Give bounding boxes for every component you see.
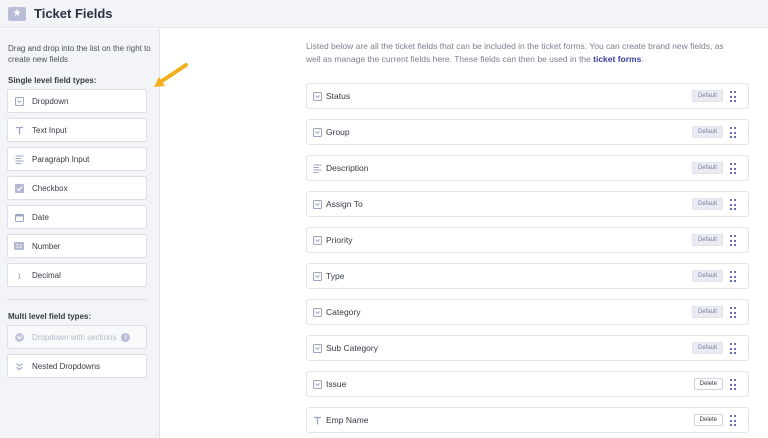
sidebar-divider xyxy=(7,299,147,300)
default-badge: Default xyxy=(691,162,723,174)
delete-button[interactable]: Delete xyxy=(693,378,723,390)
drag-handle-icon[interactable] xyxy=(730,343,736,355)
field-type-label: Date xyxy=(32,212,49,222)
dropdown-icon xyxy=(313,272,322,281)
field-row-priority[interactable]: Priority Default xyxy=(306,227,749,253)
default-badge: Default xyxy=(691,342,723,354)
decimal-icon: 1 xyxy=(14,270,24,280)
field-row-status[interactable]: Status Default xyxy=(306,83,749,109)
ticket-icon: ★ xyxy=(8,6,26,21)
dropdown-icon xyxy=(313,200,322,209)
field-type-label: Number xyxy=(32,241,61,251)
dropdown-icon xyxy=(14,96,24,106)
drag-handle-icon[interactable] xyxy=(730,271,736,283)
field-row-issue[interactable]: Issue Delete xyxy=(306,371,749,397)
field-name: Status xyxy=(326,91,351,101)
calendar-icon xyxy=(14,212,24,222)
intro-text: Listed below are all the ticket fields t… xyxy=(306,41,724,64)
dropdown-icon xyxy=(313,344,322,353)
field-type-nested-dropdowns[interactable]: Nested Dropdowns xyxy=(7,354,147,378)
drag-handle-icon[interactable] xyxy=(730,199,736,211)
dropdown-icon xyxy=(313,236,322,245)
sidebar: Drag and drop into the list on the right… xyxy=(0,29,160,438)
field-type-checkbox[interactable]: Checkbox xyxy=(7,176,147,200)
drag-handle-icon[interactable] xyxy=(730,235,736,247)
field-row-assign-to[interactable]: Assign To Default xyxy=(306,191,749,217)
header-bar: ★ Ticket Fields xyxy=(0,0,768,28)
field-type-label: Paragraph Input xyxy=(32,154,90,164)
field-type-label: Dropdown xyxy=(32,96,69,106)
default-badge: Default xyxy=(691,234,723,246)
text-icon xyxy=(313,416,322,425)
page-title: Ticket Fields xyxy=(34,6,113,21)
field-row-type[interactable]: Type Default xyxy=(306,263,749,289)
dropdown-icon xyxy=(313,380,322,389)
sidebar-hint: Drag and drop into the list on the right… xyxy=(8,44,151,64)
field-row-emp-name[interactable]: Emp Name Delete xyxy=(306,407,749,433)
pointer-arrow-icon xyxy=(154,63,188,87)
field-type-number[interactable]: 12 Number xyxy=(7,234,147,258)
field-name: Assign To xyxy=(326,199,363,209)
svg-text:12: 12 xyxy=(16,244,22,250)
dropdown-icon xyxy=(313,308,322,317)
field-type-dropdown[interactable]: Dropdown xyxy=(7,89,147,113)
dropdown-sections-icon xyxy=(14,332,24,342)
default-badge: Default xyxy=(691,126,723,138)
field-type-dropdown-with-sections: Dropdown with sections i xyxy=(7,325,147,349)
field-row-category[interactable]: Category Default xyxy=(306,299,749,325)
field-name: Sub Category xyxy=(326,343,378,353)
drag-handle-icon[interactable] xyxy=(730,307,736,319)
ticket-forms-link[interactable]: ticket forms xyxy=(593,54,641,64)
field-name: Description xyxy=(326,163,369,173)
field-type-label: Nested Dropdowns xyxy=(32,361,101,371)
nested-icon xyxy=(14,361,24,371)
default-badge: Default xyxy=(691,306,723,318)
field-name: Type xyxy=(326,271,345,281)
field-name: Category xyxy=(326,307,361,317)
field-type-label: Text Input xyxy=(32,125,67,135)
paragraph-icon xyxy=(14,154,24,164)
field-name: Emp Name xyxy=(326,415,369,425)
dropdown-icon xyxy=(313,128,322,137)
delete-button[interactable]: Delete xyxy=(693,414,723,426)
dropdown-icon xyxy=(313,92,322,101)
field-row-group[interactable]: Group Default xyxy=(306,119,749,145)
field-type-label: Dropdown with sections xyxy=(32,332,117,342)
text-icon xyxy=(14,125,24,135)
default-badge: Default xyxy=(691,90,723,102)
single-level-title: Single level field types: xyxy=(8,76,97,85)
multi-level-title: Multi level field types: xyxy=(8,312,92,321)
checkbox-icon xyxy=(14,183,24,193)
info-icon[interactable]: i xyxy=(121,332,131,342)
drag-handle-icon[interactable] xyxy=(730,163,736,175)
field-type-paragraph-input[interactable]: Paragraph Input xyxy=(7,147,147,171)
field-type-text-input[interactable]: Text Input xyxy=(7,118,147,142)
field-type-decimal[interactable]: 1 Decimal xyxy=(7,263,147,287)
field-type-date[interactable]: Date xyxy=(7,205,147,229)
field-type-label: Checkbox xyxy=(32,183,68,193)
drag-handle-icon[interactable] xyxy=(730,379,736,391)
drag-handle-icon[interactable] xyxy=(730,127,736,139)
number-icon: 12 xyxy=(14,241,24,251)
paragraph-icon xyxy=(313,164,322,173)
default-badge: Default xyxy=(691,270,723,282)
svg-text:1: 1 xyxy=(17,272,21,280)
field-name: Issue xyxy=(326,379,347,389)
default-badge: Default xyxy=(691,198,723,210)
field-row-description[interactable]: Description Default xyxy=(306,155,749,181)
field-name: Group xyxy=(326,127,350,137)
field-name: Priority xyxy=(326,235,353,245)
drag-handle-icon[interactable] xyxy=(730,415,736,427)
drag-handle-icon[interactable] xyxy=(730,91,736,103)
field-row-sub-category[interactable]: Sub Category Default xyxy=(306,335,749,361)
field-type-label: Decimal xyxy=(32,270,61,280)
